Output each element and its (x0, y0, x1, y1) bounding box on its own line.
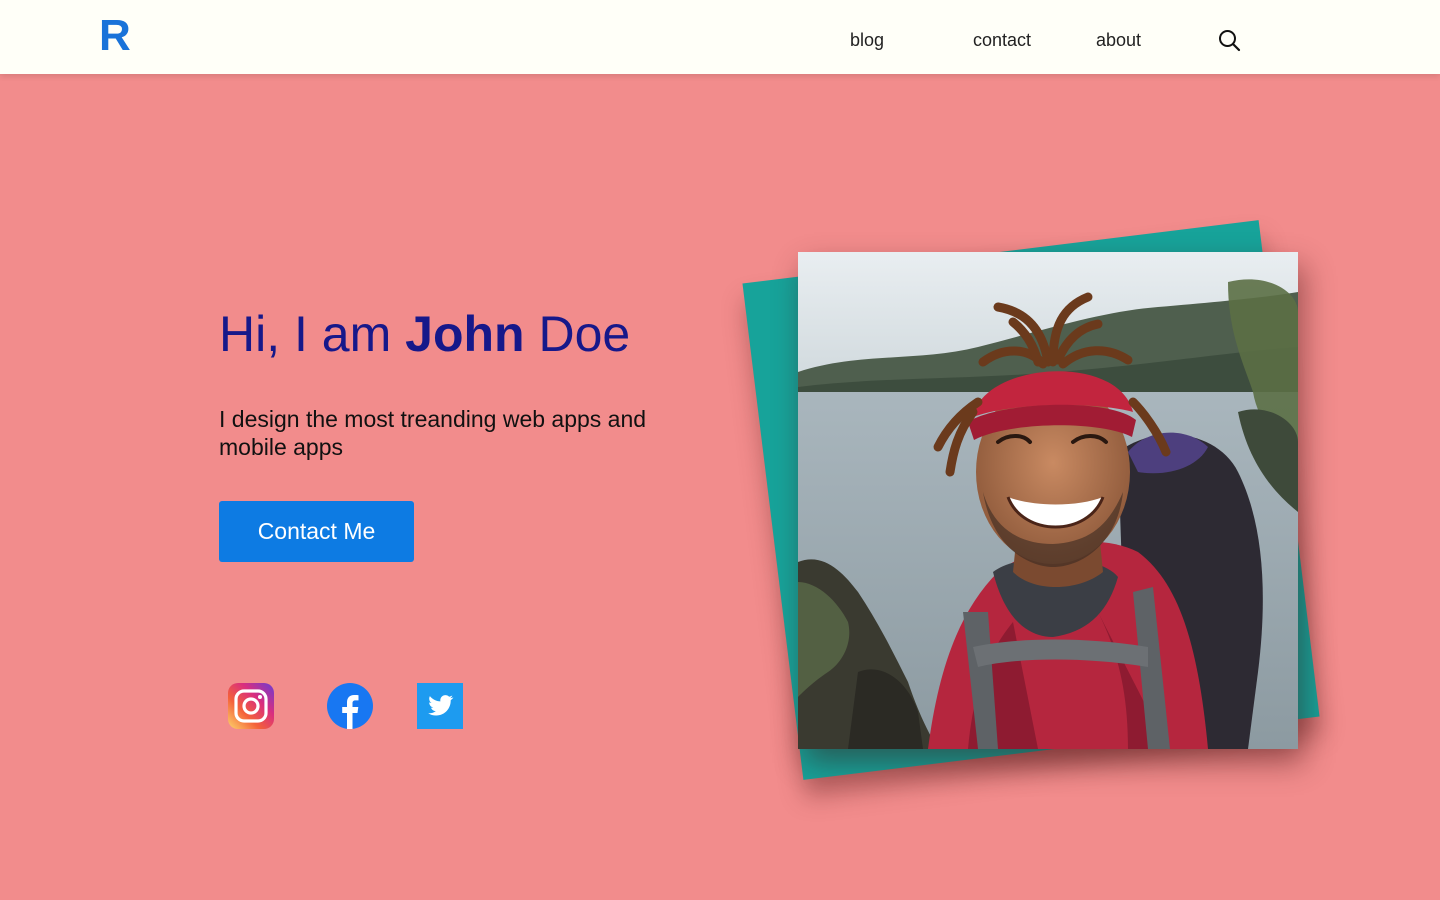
twitter-icon[interactable] (417, 683, 463, 729)
hero-subtitle: I design the most treanding web apps and… (219, 406, 647, 460)
hero-greeting: Hi, I am (219, 306, 406, 362)
logo[interactable]: R (99, 13, 131, 59)
contact-me-button[interactable]: Contact Me (219, 501, 414, 562)
hero-first-name: John (405, 306, 525, 362)
nav-link-contact[interactable]: contact (973, 29, 1031, 51)
profile-photo (798, 252, 1298, 749)
hero-title: Hi, I am John Doe (219, 304, 630, 364)
search-icon[interactable] (1217, 28, 1241, 52)
nav-link-about[interactable]: about (1096, 29, 1141, 51)
nav-link-blog[interactable]: blog (850, 29, 884, 51)
hero-last-name: Doe (524, 306, 631, 362)
navbar: R blog contact about (0, 0, 1440, 74)
facebook-icon[interactable] (327, 683, 373, 729)
instagram-icon[interactable] (228, 683, 274, 729)
